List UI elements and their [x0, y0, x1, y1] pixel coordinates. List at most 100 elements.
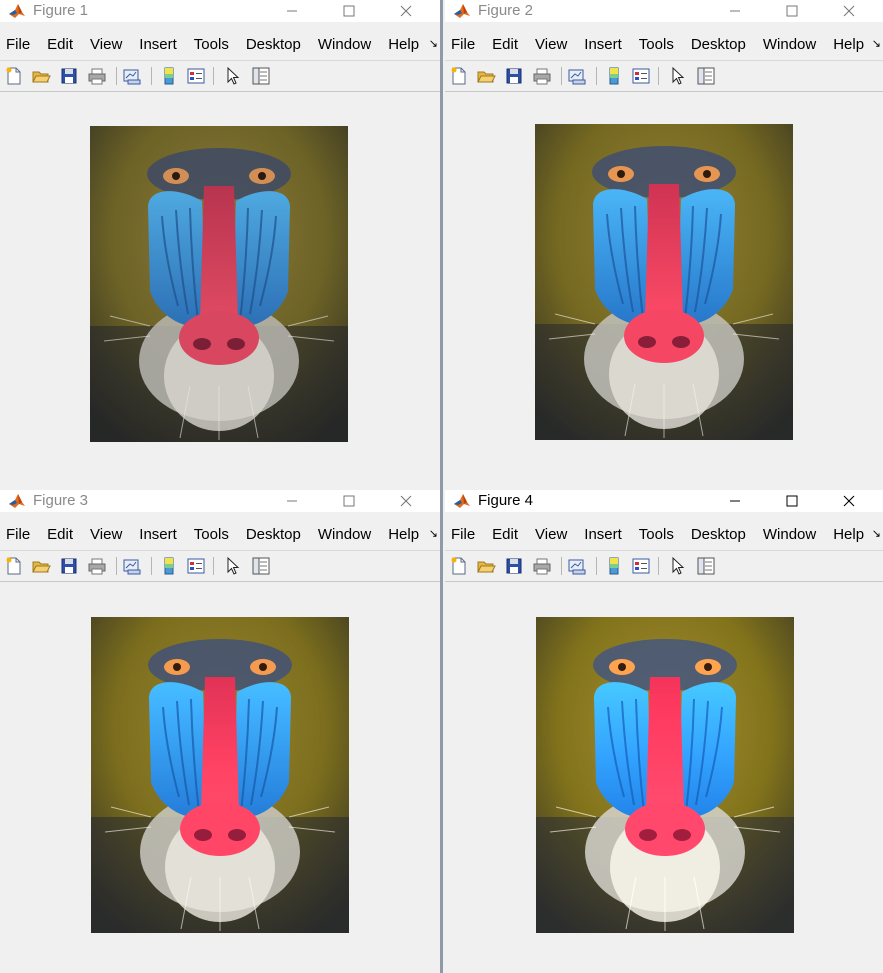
maximize-button[interactable] [326, 0, 372, 22]
close-button[interactable] [826, 0, 872, 22]
colorbar-button[interactable] [158, 555, 180, 577]
menu-view[interactable]: View [535, 525, 567, 545]
open-file-button[interactable] [475, 65, 497, 87]
menu-help[interactable]: Help [388, 35, 419, 55]
menu-edit[interactable]: Edit [492, 35, 518, 55]
menu-edit[interactable]: Edit [492, 525, 518, 545]
open-file-button[interactable] [475, 555, 497, 577]
menu-window[interactable]: Window [763, 35, 816, 55]
open-file-button[interactable] [30, 65, 52, 87]
edit-plot-button[interactable] [667, 65, 689, 87]
colorbar-button[interactable] [603, 555, 625, 577]
menu-file[interactable]: File [6, 35, 30, 55]
property-inspector-button[interactable] [695, 555, 717, 577]
menu-insert[interactable]: Insert [584, 525, 622, 545]
menu-help[interactable]: Help [833, 35, 864, 55]
menu-view[interactable]: View [90, 525, 122, 545]
menu-overflow-chevron-icon[interactable]: ↘ [429, 37, 438, 50]
menu-overflow-chevron-icon[interactable]: ↘ [872, 527, 881, 540]
legend-button[interactable] [630, 555, 652, 577]
print-button[interactable] [86, 555, 108, 577]
new-figure-button[interactable] [448, 555, 470, 577]
legend-button[interactable] [185, 555, 207, 577]
print-icon [533, 68, 551, 85]
link-plot-button[interactable] [566, 65, 588, 87]
save-button[interactable] [58, 555, 80, 577]
edit-plot-icon [227, 556, 240, 575]
menu-desktop[interactable]: Desktop [246, 525, 301, 545]
menu-view[interactable]: View [90, 35, 122, 55]
menu-overflow-chevron-icon[interactable]: ↘ [429, 527, 438, 540]
maximize-icon [786, 5, 798, 17]
menu-desktop[interactable]: Desktop [246, 35, 301, 55]
property-inspector-button[interactable] [695, 65, 717, 87]
save-button[interactable] [503, 65, 525, 87]
menu-window[interactable]: Window [318, 35, 371, 55]
new-figure-button[interactable] [3, 555, 25, 577]
close-button[interactable] [383, 0, 429, 22]
maximize-icon [786, 495, 798, 507]
toolbar-separator [151, 557, 152, 575]
property-inspector-button[interactable] [250, 65, 272, 87]
link-plot-button[interactable] [566, 555, 588, 577]
menu-insert[interactable]: Insert [139, 35, 177, 55]
close-button[interactable] [826, 490, 872, 512]
minimize-button[interactable] [269, 490, 315, 512]
menu-file[interactable]: File [451, 525, 475, 545]
title-bar[interactable]: Figure 4 [445, 490, 883, 512]
close-button[interactable] [383, 490, 429, 512]
new-figure-button[interactable] [3, 65, 25, 87]
open-file-button[interactable] [30, 555, 52, 577]
menu-file[interactable]: File [451, 35, 475, 55]
menu-tools[interactable]: Tools [639, 525, 674, 545]
menu-overflow-chevron-icon[interactable]: ↘ [872, 37, 881, 50]
menu-tools[interactable]: Tools [194, 35, 229, 55]
property-inspector-button[interactable] [250, 555, 272, 577]
minimize-button[interactable] [712, 490, 758, 512]
edit-plot-button[interactable] [222, 65, 244, 87]
print-button[interactable] [86, 65, 108, 87]
title-bar[interactable]: Figure 2 [445, 0, 883, 22]
minimize-button[interactable] [269, 0, 315, 22]
colorbar-button[interactable] [603, 65, 625, 87]
mandrill-image[interactable] [90, 126, 348, 442]
menu-tools[interactable]: Tools [639, 35, 674, 55]
new-figure-button[interactable] [448, 65, 470, 87]
save-button[interactable] [503, 555, 525, 577]
link-plot-button[interactable] [121, 555, 143, 577]
mandrill-image[interactable] [91, 617, 349, 933]
mandrill-image[interactable] [535, 124, 793, 440]
legend-button[interactable] [630, 65, 652, 87]
toolbar-separator [151, 67, 152, 85]
menu-view[interactable]: View [535, 35, 567, 55]
title-bar[interactable]: Figure 3 [0, 490, 440, 512]
menu-help[interactable]: Help [388, 525, 419, 545]
colorbar-icon [164, 557, 174, 575]
menu-file[interactable]: File [6, 525, 30, 545]
link-plot-button[interactable] [121, 65, 143, 87]
mandrill-image[interactable] [536, 617, 794, 933]
maximize-button[interactable] [769, 0, 815, 22]
edit-plot-button[interactable] [222, 555, 244, 577]
save-button[interactable] [58, 65, 80, 87]
minimize-button[interactable] [712, 0, 758, 22]
print-button[interactable] [531, 65, 553, 87]
colorbar-button[interactable] [158, 65, 180, 87]
menu-window[interactable]: Window [318, 525, 371, 545]
menu-desktop[interactable]: Desktop [691, 525, 746, 545]
menu-edit[interactable]: Edit [47, 525, 73, 545]
edit-plot-button[interactable] [667, 555, 689, 577]
menu-desktop[interactable]: Desktop [691, 35, 746, 55]
menu-insert[interactable]: Insert [139, 525, 177, 545]
print-button[interactable] [531, 555, 553, 577]
window-title: Figure 1 [33, 2, 89, 19]
menu-insert[interactable]: Insert [584, 35, 622, 55]
menu-edit[interactable]: Edit [47, 35, 73, 55]
title-bar[interactable]: Figure 1 [0, 0, 440, 22]
menu-window[interactable]: Window [763, 525, 816, 545]
maximize-button[interactable] [326, 490, 372, 512]
menu-tools[interactable]: Tools [194, 525, 229, 545]
maximize-button[interactable] [769, 490, 815, 512]
legend-button[interactable] [185, 65, 207, 87]
menu-help[interactable]: Help [833, 525, 864, 545]
